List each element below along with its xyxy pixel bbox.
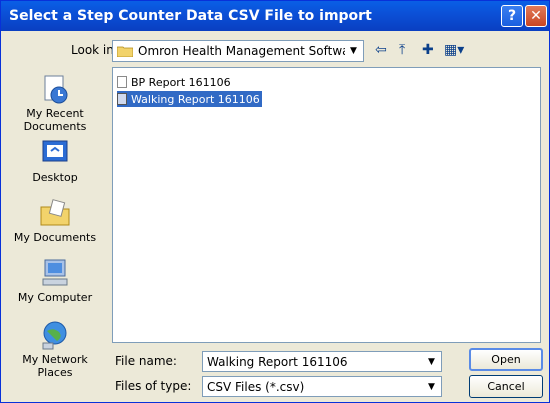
place-label: My Recent Documents — [23, 107, 87, 133]
file-name: Walking Report 161106 — [131, 92, 260, 106]
network-places-icon — [42, 321, 67, 350]
place-label: My Documents — [13, 231, 97, 244]
place-my-network-places[interactable]: My Network Places — [7, 319, 103, 379]
file-name-value: Walking Report 161106 — [207, 354, 348, 369]
look-in-label: Look in: — [71, 43, 118, 57]
chevron-down-icon[interactable]: ▼ — [345, 42, 362, 60]
file-type-label: Files of type: — [115, 379, 192, 393]
back-arrow-icon[interactable]: ⇦ — [375, 42, 387, 58]
my-documents-icon — [40, 199, 70, 226]
open-button-label: Open — [491, 353, 521, 366]
new-folder-icon[interactable]: ✚ — [422, 42, 434, 58]
chevron-down-icon[interactable]: ▼ — [423, 378, 440, 395]
views-menu-icon[interactable]: ▦▾ — [444, 42, 464, 58]
place-label: My Computer — [17, 291, 93, 304]
my-computer-icon — [42, 259, 68, 286]
file-item-walking-report[interactable]: Walking Report 161106 — [117, 91, 262, 107]
csv-file-icon — [117, 76, 127, 88]
file-open-dialog: Select a Step Counter Data CSV File to i… — [0, 0, 550, 403]
help-button[interactable]: ? — [501, 5, 523, 27]
file-list[interactable]: BP Report 161106 Walking Report 161106 — [112, 67, 541, 343]
place-my-computer[interactable]: My Computer — [7, 257, 103, 304]
open-button[interactable]: Open — [469, 348, 543, 371]
file-type-dropdown[interactable]: CSV Files (*.csv) ▼ — [202, 376, 442, 397]
place-my-recent-documents[interactable]: My Recent Documents — [7, 73, 103, 133]
close-button[interactable]: ✕ — [525, 5, 547, 27]
file-name-label: File name: — [115, 354, 177, 368]
cancel-button-label: Cancel — [487, 380, 525, 393]
recent-documents-icon — [44, 75, 68, 104]
place-label: Desktop — [32, 171, 78, 184]
file-item-bp-report[interactable]: BP Report 161106 — [117, 74, 233, 90]
file-type-value: CSV Files (*.csv) — [207, 379, 305, 394]
place-my-documents[interactable]: My Documents — [7, 197, 103, 244]
file-name: BP Report 161106 — [131, 75, 231, 89]
look-in-dropdown[interactable]: Omron Health Management Software ▼ — [112, 40, 364, 62]
up-folder-icon[interactable]: ⤒ — [399, 42, 405, 58]
title-bar[interactable]: Select a Step Counter Data CSV File to i… — [1, 1, 549, 31]
help-icon: ? — [507, 8, 517, 24]
file-name-input[interactable]: Walking Report 161106 ▼ — [202, 351, 442, 372]
cancel-button[interactable]: Cancel — [469, 375, 543, 398]
place-label: My Network Places — [22, 353, 88, 379]
places-bar: My Recent Documents Desktop My Documents — [7, 67, 103, 383]
look-in-value: Omron Health Management Software — [138, 44, 362, 58]
close-icon: ✕ — [530, 8, 542, 24]
folder-icon — [117, 46, 133, 57]
chevron-down-icon[interactable]: ▼ — [423, 353, 440, 370]
window-title: Select a Step Counter Data CSV File to i… — [9, 8, 372, 24]
place-desktop[interactable]: Desktop — [7, 137, 103, 184]
desktop-icon — [42, 140, 68, 162]
csv-file-icon — [117, 93, 127, 105]
